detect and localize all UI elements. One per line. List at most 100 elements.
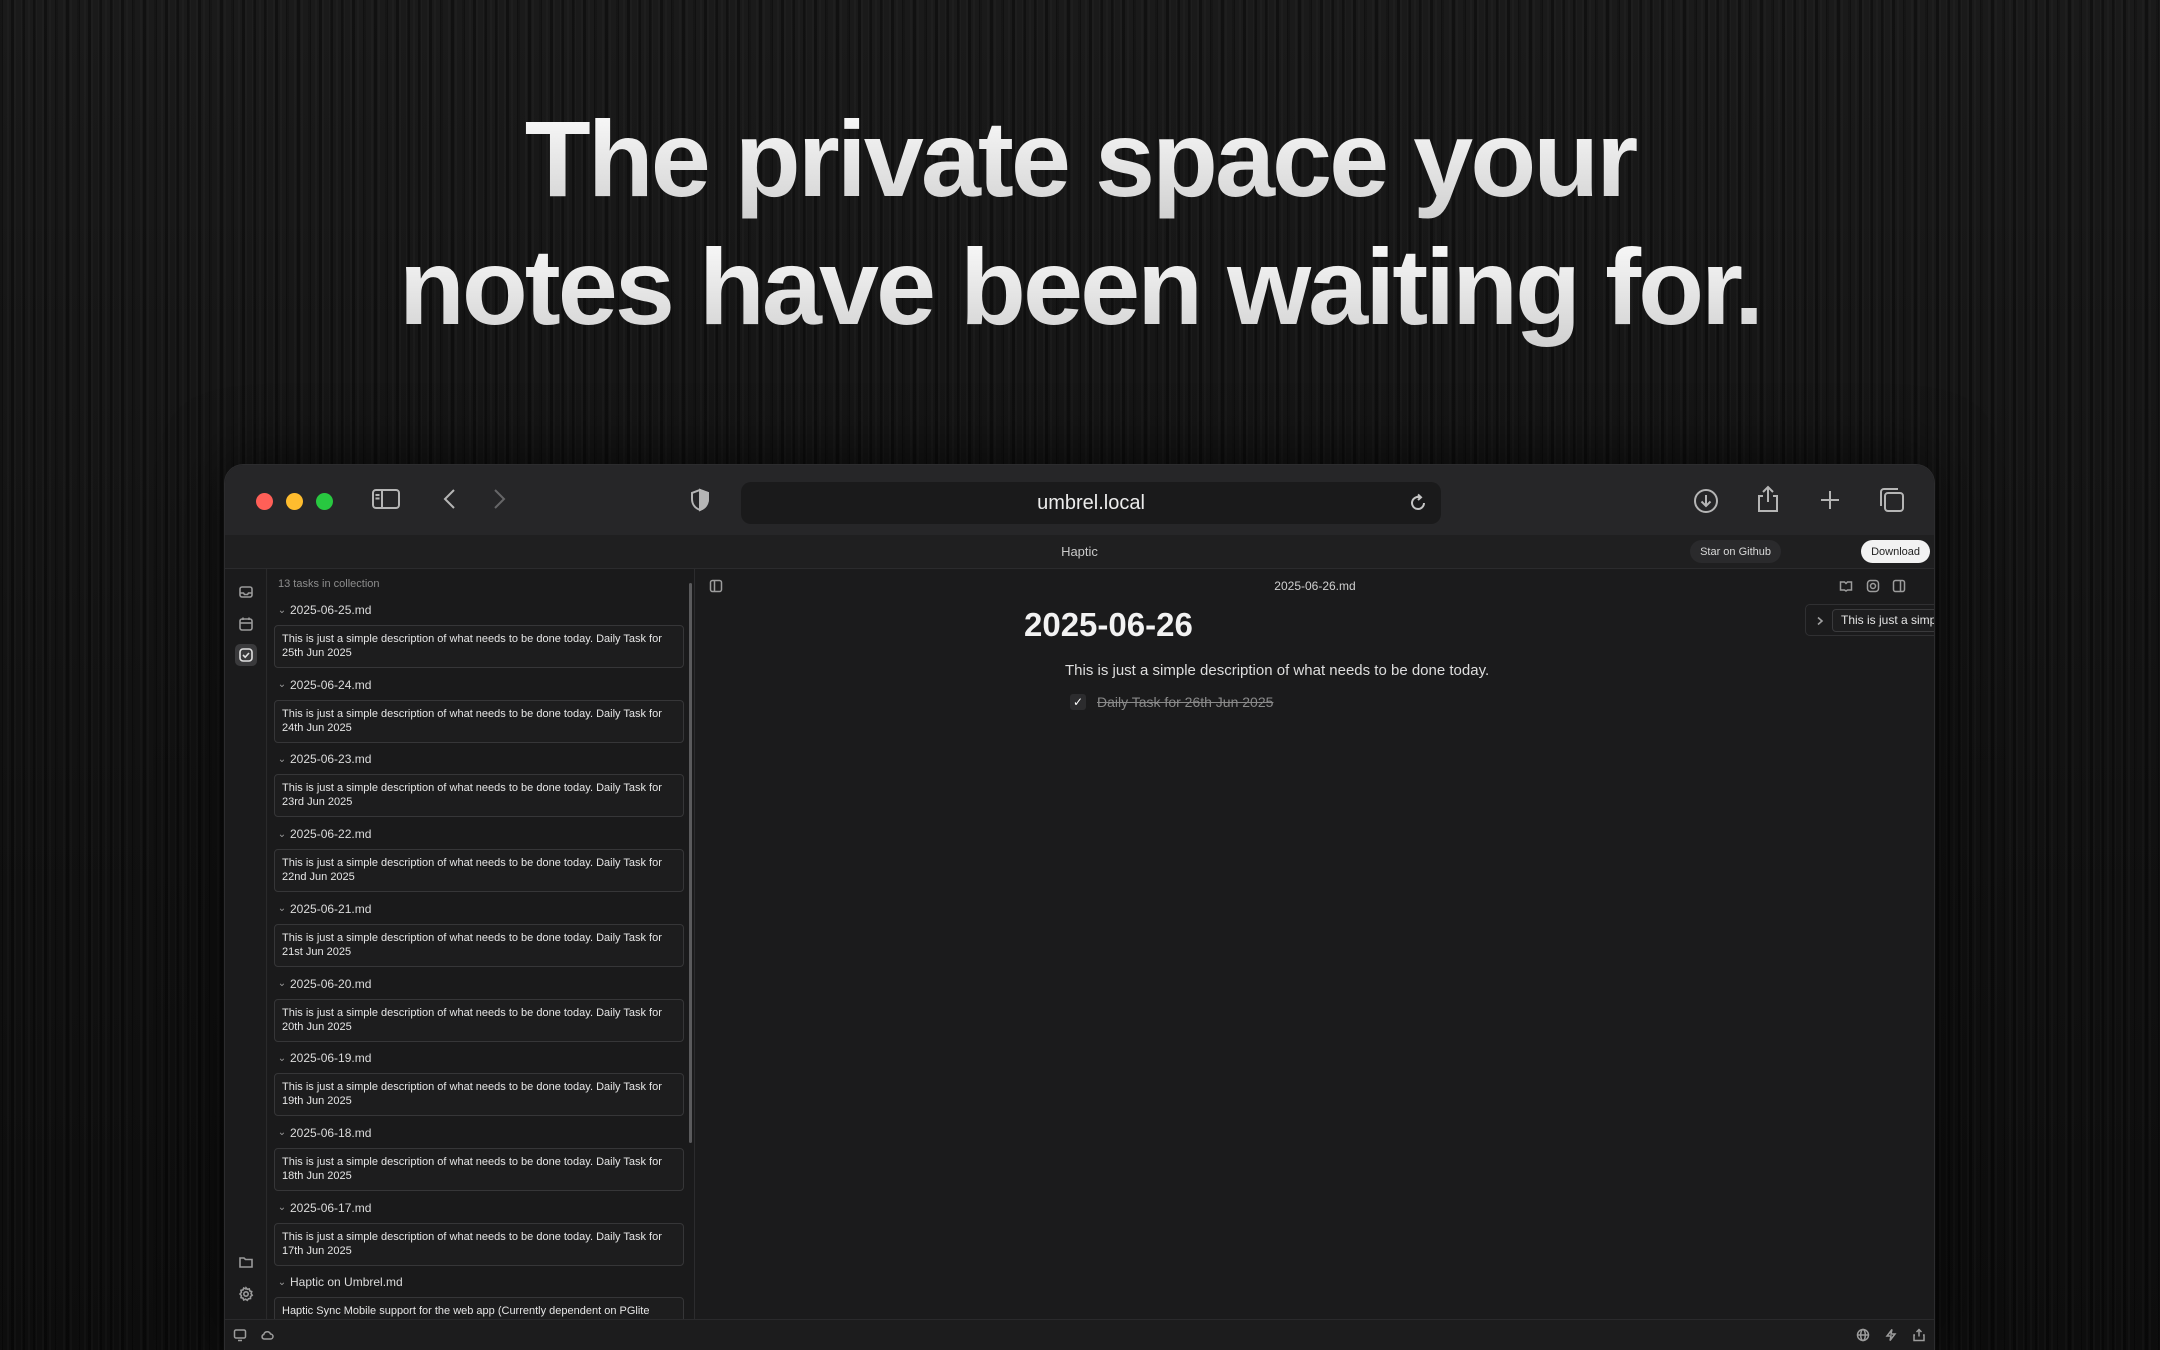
- activity-rail: [225, 569, 267, 1329]
- task-group-header[interactable]: ⌄ 2025-06-20.md: [274, 973, 684, 995]
- task-group: ⌄ 2025-06-21.md This is just a simple desc…: [274, 898, 684, 967]
- task-group-filename: 2025-06-19.md: [290, 1051, 372, 1066]
- download-icon[interactable]: [1692, 487, 1720, 515]
- task-group: ⌄ 2025-06-25.md This is just a simple desc…: [274, 599, 684, 668]
- task-group-header[interactable]: ⌄ 2025-06-24.md: [274, 674, 684, 696]
- task-group-header[interactable]: ⌄ 2025-06-17.md: [274, 1197, 684, 1219]
- lightning-icon[interactable]: [1884, 1328, 1898, 1342]
- zoom-window-button[interactable]: [316, 493, 333, 510]
- url-text: umbrel.local: [1037, 491, 1145, 514]
- task-count: 13 tasks in collection: [278, 578, 380, 590]
- chevron-down-icon[interactable]: ⌄: [274, 1277, 290, 1288]
- inbox-icon[interactable]: [235, 581, 257, 603]
- back-icon[interactable]: [440, 487, 460, 511]
- task-group-header[interactable]: ⌄ 2025-06-23.md: [274, 748, 684, 770]
- task-group: ⌄ 2025-06-20.md This is just a simple desc…: [274, 973, 684, 1042]
- browser-toolbar: umbrel.local: [225, 465, 1934, 535]
- chevron-down-icon[interactable]: ⌄: [274, 1202, 290, 1213]
- forward-icon[interactable]: [489, 487, 509, 511]
- task-card[interactable]: This is just a simple description of wha…: [274, 1073, 684, 1117]
- cloud-sync-icon[interactable]: [260, 1328, 274, 1342]
- chevron-down-icon[interactable]: ⌄: [274, 679, 290, 690]
- task-group-filename: 2025-06-23.md: [290, 752, 372, 767]
- list-scrollbar[interactable]: [689, 583, 692, 1143]
- task-card[interactable]: This is just a simple description of wha…: [274, 774, 684, 818]
- device-icon[interactable]: [233, 1328, 247, 1342]
- document-description[interactable]: This is just a simple description of wha…: [1065, 662, 1489, 679]
- settings-gear-icon[interactable]: [235, 1283, 257, 1305]
- traffic-lights: [256, 493, 333, 510]
- sidebar-icon[interactable]: [371, 487, 401, 511]
- chevron-down-icon[interactable]: ⌄: [274, 829, 290, 840]
- task-group-filename: 2025-06-24.md: [290, 677, 372, 692]
- hero-line-2: notes have been waiting for.: [0, 223, 2160, 351]
- task-group-filename: 2025-06-22.md: [290, 827, 372, 842]
- app-title: Haptic: [1061, 544, 1098, 559]
- task-card[interactable]: This is just a simple description of wha…: [274, 625, 684, 668]
- address-bar[interactable]: umbrel.local: [741, 482, 1441, 524]
- task-group-header[interactable]: ⌄ 2025-06-21.md: [274, 898, 684, 920]
- folder-icon[interactable]: [235, 1251, 257, 1273]
- app-header: Haptic Star on Github Download: [225, 535, 1934, 569]
- right-panel-icon[interactable]: [1891, 578, 1907, 594]
- history-icon[interactable]: [1865, 578, 1881, 594]
- reload-icon[interactable]: [1407, 492, 1429, 520]
- download-button[interactable]: Download: [1861, 540, 1930, 563]
- tabs-overview-icon[interactable]: [1877, 486, 1907, 514]
- globe-icon[interactable]: [1856, 1328, 1870, 1342]
- browser-window: umbrel.local Haptic Star on Github Downl…: [225, 465, 1934, 1350]
- task-checkbox[interactable]: ✓: [1070, 694, 1086, 710]
- close-window-button[interactable]: [256, 493, 273, 510]
- task-group-header[interactable]: ⌄ Haptic on Umbrel.md: [274, 1271, 684, 1293]
- find-bar: This is just a simple descrip Aa: [1805, 604, 1934, 636]
- chevron-down-icon[interactable]: ⌄: [274, 754, 290, 765]
- reading-mode-icon[interactable]: [1838, 578, 1854, 594]
- task-group-filename: 2025-06-20.md: [290, 976, 372, 991]
- task-group-filename: 2025-06-18.md: [290, 1125, 372, 1140]
- task-card[interactable]: This is just a simple description of wha…: [274, 849, 684, 893]
- task-group-filename: 2025-06-21.md: [290, 901, 372, 916]
- task-group: ⌄ 2025-06-18.md This is just a simple desc…: [274, 1122, 684, 1191]
- task-group-header[interactable]: ⌄ 2025-06-25.md: [274, 599, 684, 621]
- chevron-down-icon[interactable]: ⌄: [274, 605, 290, 616]
- share-icon[interactable]: [1754, 484, 1782, 514]
- star-on-github-button[interactable]: Star on Github: [1690, 540, 1781, 563]
- export-icon[interactable]: [1912, 1328, 1926, 1342]
- task-group: ⌄ 2025-06-17.md This is just a simple desc…: [274, 1197, 684, 1266]
- task-card[interactable]: This is just a simple description of wha…: [274, 1147, 684, 1191]
- task-card[interactable]: This is just a simple description of wha…: [274, 923, 684, 967]
- task-list-panel: 13 tasks in collection ⌄ 2025-06-25.md Thi…: [268, 569, 695, 1329]
- task-group: ⌄ 2025-06-24.md This is just a simple desc…: [274, 674, 684, 743]
- task-card[interactable]: This is just a simple description of wha…: [274, 699, 684, 743]
- task-group-header[interactable]: ⌄ 2025-06-22.md: [274, 823, 684, 845]
- shield-icon[interactable]: [689, 488, 711, 512]
- open-file-name: 2025-06-26.md: [1274, 579, 1356, 593]
- task-item: ✓ Daily Task for 26th Jun 2025: [1070, 694, 1273, 710]
- find-input[interactable]: This is just a simple descrip: [1832, 609, 1934, 632]
- new-tab-icon[interactable]: [1817, 487, 1843, 513]
- chevron-down-icon[interactable]: ⌄: [274, 1127, 290, 1138]
- task-group-header[interactable]: ⌄ 2025-06-19.md: [274, 1047, 684, 1069]
- task-group-filename: Haptic on Umbrel.md: [290, 1275, 403, 1290]
- task-group-filename: 2025-06-17.md: [290, 1200, 372, 1215]
- task-group: ⌄ 2025-06-23.md This is just a simple desc…: [274, 748, 684, 818]
- hero-line-1: The private space your: [0, 95, 2160, 223]
- minimize-window-button[interactable]: [286, 493, 303, 510]
- task-group: ⌄ 2025-06-22.md This is just a simple desc…: [274, 823, 684, 893]
- chevron-down-icon[interactable]: ⌄: [274, 1053, 290, 1064]
- chevron-down-icon[interactable]: ⌄: [274, 978, 290, 989]
- task-group: ⌄ 2025-06-19.md This is just a simple desc…: [274, 1047, 684, 1117]
- tasks-icon[interactable]: [235, 644, 257, 666]
- hero-headline: The private space your notes have been w…: [0, 95, 2160, 351]
- task-card[interactable]: This is just a simple description of wha…: [274, 1222, 684, 1266]
- task-group-filename: 2025-06-25.md: [290, 603, 372, 617]
- task-group-header[interactable]: ⌄ 2025-06-18.md: [274, 1122, 684, 1144]
- calendar-icon[interactable]: [235, 613, 257, 635]
- task-text[interactable]: Daily Task for 26th Jun 2025: [1097, 694, 1273, 710]
- document-title[interactable]: 2025-06-26: [1024, 606, 1193, 644]
- chevron-down-icon[interactable]: ⌄: [274, 903, 290, 914]
- editor-pane: 2025-06-26.md 2025-06-26 This is just a …: [696, 569, 1934, 1329]
- expand-replace-icon[interactable]: [1812, 613, 1828, 629]
- status-bar: [225, 1319, 1934, 1350]
- task-card[interactable]: This is just a simple description of wha…: [274, 998, 684, 1042]
